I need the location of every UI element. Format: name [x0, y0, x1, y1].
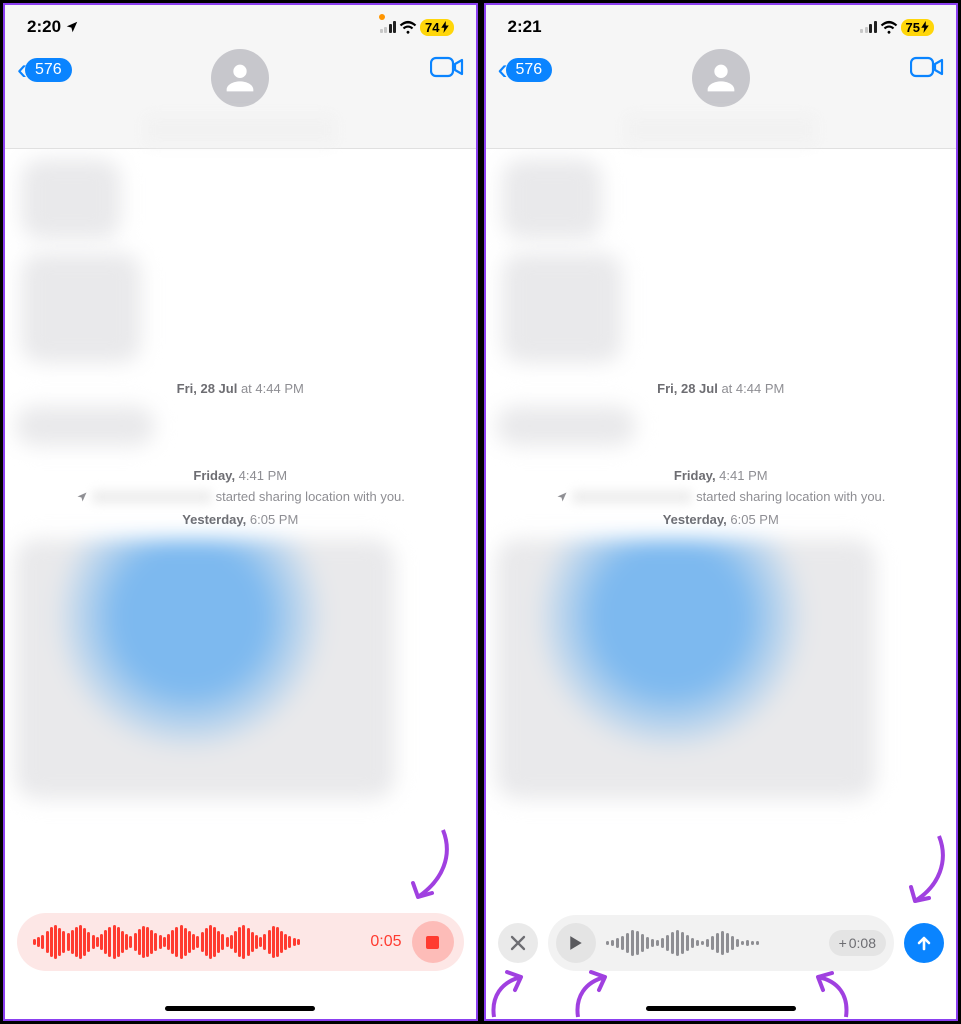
message-bubble-redacted [496, 406, 636, 446]
back-button[interactable]: ‹ 576 [498, 55, 553, 85]
location-arrow-icon [76, 491, 88, 503]
back-button[interactable]: ‹ 576 [17, 55, 72, 85]
date-separator: Fri, 28 Jul at 4:44 PM [15, 381, 466, 396]
wifi-icon [880, 20, 898, 34]
plus-icon: + [839, 935, 847, 951]
date-separator: Fri, 28 Jul at 4:44 PM [496, 381, 947, 396]
arrow-up-icon [915, 934, 933, 952]
phone-right: 2:21 75 ‹ 576 [484, 3, 959, 1021]
message-bubble-redacted [21, 253, 141, 363]
annotation-arrow [796, 967, 856, 1021]
message-bubble-redacted [502, 159, 602, 239]
date-separator: Yesterday, 6:05 PM [15, 512, 466, 527]
status-bar: 2:20 74 [5, 5, 476, 49]
battery-indicator: 74 [420, 19, 453, 36]
contact-avatar[interactable] [211, 49, 269, 107]
recording-elapsed: 0:05 [370, 933, 401, 951]
message-bubble-redacted [15, 406, 155, 446]
sender-name-redacted [572, 490, 692, 504]
conversation-header: ‹ 576 [5, 49, 476, 149]
location-arrow-icon [65, 20, 79, 34]
continue-recording-button[interactable]: + 0:08 [829, 930, 886, 956]
play-icon [569, 935, 583, 951]
stop-recording-button[interactable] [412, 921, 454, 963]
lightning-icon [921, 21, 929, 33]
wifi-icon [399, 20, 417, 34]
cellular-signal-icon [380, 21, 397, 33]
recording-bar: 0:05 [5, 895, 476, 1019]
recording-waveform [33, 922, 360, 962]
privacy-mic-dot-icon [379, 14, 385, 20]
recording-pill: 0:05 [17, 913, 464, 971]
unread-count-pill: 576 [506, 58, 553, 82]
date-separator: Friday, 4:41 PM [15, 468, 466, 483]
discard-recording-button[interactable] [498, 923, 538, 963]
play-preview-button[interactable] [556, 923, 596, 963]
annotation-arrow [486, 967, 546, 1021]
lightning-icon [441, 21, 449, 33]
home-indicator[interactable] [646, 1006, 796, 1011]
send-audio-button[interactable] [904, 923, 944, 963]
sender-name-redacted [92, 490, 212, 504]
clock: 2:20 [27, 17, 61, 37]
cellular-signal-icon [860, 21, 877, 33]
phone-left: 2:20 74 ‹ 576 [3, 3, 478, 1021]
date-separator: Friday, 4:41 PM [496, 468, 947, 483]
contact-name-redacted [626, 115, 816, 145]
stop-icon [426, 936, 439, 949]
battery-percent: 74 [425, 20, 439, 35]
battery-percent: 75 [906, 20, 920, 35]
location-sharing-notice: started sharing location with you. [15, 489, 466, 504]
message-bubble-redacted [502, 253, 622, 363]
clock: 2:21 [508, 17, 542, 37]
person-icon [701, 58, 741, 98]
audio-preview-bar: + 0:08 [486, 901, 957, 1019]
annotation-arrow [570, 967, 630, 1021]
conversation-header: ‹ 576 [486, 49, 957, 149]
date-separator: Yesterday, 6:05 PM [496, 512, 947, 527]
facetime-button[interactable] [430, 55, 464, 84]
unread-count-pill: 576 [25, 58, 72, 82]
home-indicator[interactable] [165, 1006, 315, 1011]
messages-thread[interactable]: Fri, 28 Jul at 4:44 PM Friday, 4:41 PM s… [486, 149, 957, 901]
attachment-bubble-redacted [496, 539, 876, 799]
contact-name-redacted [145, 115, 335, 145]
status-bar: 2:21 75 [486, 5, 957, 49]
location-sharing-notice: started sharing location with you. [496, 489, 947, 504]
preview-waveform[interactable] [606, 927, 819, 959]
attachment-bubble-redacted [15, 539, 395, 799]
location-arrow-icon [556, 491, 568, 503]
battery-indicator: 75 [901, 19, 934, 36]
audio-preview-pill: + 0:08 [548, 915, 895, 971]
close-icon [510, 935, 526, 951]
facetime-button[interactable] [910, 55, 944, 84]
contact-avatar[interactable] [692, 49, 750, 107]
person-icon [220, 58, 260, 98]
messages-thread[interactable]: Fri, 28 Jul at 4:44 PM Friday, 4:41 PM s… [5, 149, 476, 895]
recording-duration: 0:08 [849, 935, 876, 951]
message-bubble-redacted [21, 159, 121, 239]
